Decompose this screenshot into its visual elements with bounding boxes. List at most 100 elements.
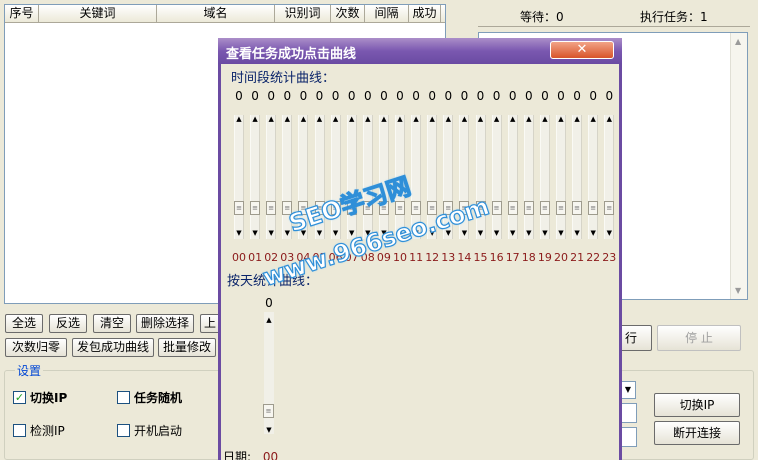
stop-button[interactable]: 停 止 <box>657 325 741 351</box>
delete-selected-button[interactable]: 删除选择 <box>136 314 194 333</box>
slider-thumb-icon[interactable]: ≡ <box>234 201 244 215</box>
hour-slider-track[interactable] <box>378 115 389 239</box>
hour-slider-09[interactable]: 0 ▲ ≡ ▼ 09 <box>377 89 391 267</box>
disconnect-button[interactable]: 断开连接 <box>654 421 740 445</box>
hour-slider-13[interactable]: 0 ▲ ≡ ▼ 13 <box>441 89 455 267</box>
detect-ip-checkbox[interactable]: 检测IP <box>13 422 65 439</box>
slider-thumb-icon[interactable]: ≡ <box>572 201 583 215</box>
clear-button[interactable]: 清空 <box>93 314 131 333</box>
hour-slider-track[interactable] <box>507 115 518 239</box>
col-index[interactable]: 序号 <box>5 5 39 22</box>
close-icon[interactable]: ✕ <box>550 41 614 59</box>
hour-slider-track[interactable] <box>475 115 486 239</box>
dropdown-arrow-icon[interactable]: ▼ <box>620 381 636 399</box>
slider-thumb-icon[interactable]: ≡ <box>588 201 599 215</box>
hour-slider-track[interactable] <box>362 115 373 239</box>
hour-slider-08[interactable]: 0 ▲ ≡ ▼ 08 <box>361 89 375 267</box>
slider-thumb-icon[interactable]: ≡ <box>266 201 277 215</box>
slider-thumb-icon[interactable]: ≡ <box>556 201 566 215</box>
col-success[interactable]: 成功 <box>409 5 441 22</box>
hour-slider-04[interactable]: 0 ▲ ≡ ▼ 04 <box>296 89 310 267</box>
slider-thumb-icon[interactable]: ≡ <box>282 201 293 215</box>
reset-count-button[interactable]: 次数归零 <box>5 338 67 357</box>
move-up-button[interactable]: 上 <box>200 314 220 333</box>
task-random-checkbox[interactable]: 任务随机 <box>117 389 182 406</box>
hour-slider-03[interactable]: 0 ▲ ≡ ▼ 03 <box>280 89 294 267</box>
hour-slider-21[interactable]: 0 ▲ ≡ ▼ 21 <box>570 89 584 267</box>
slider-thumb-icon[interactable]: ≡ <box>427 201 438 215</box>
hour-slider-11[interactable]: 0 ▲ ≡ ▼ 11 <box>409 89 423 267</box>
hour-slider-07[interactable]: 0 ▲ ≡ ▼ 07 <box>345 89 359 267</box>
hour-slider-track[interactable] <box>330 115 341 239</box>
slider-thumb-icon[interactable]: ≡ <box>443 201 454 215</box>
slider-thumb-icon[interactable]: ≡ <box>507 201 518 215</box>
hour-slider-19[interactable]: 0 ▲ ≡ ▼ 19 <box>538 89 552 267</box>
hour-slider-18[interactable]: 0 ▲ ≡ ▼ 18 <box>522 89 536 267</box>
hour-slider-05[interactable]: 0 ▲ ≡ ▼ 05 <box>313 89 327 267</box>
slider-thumb-icon[interactable]: ≡ <box>604 201 615 215</box>
hour-slider-track[interactable] <box>266 115 277 239</box>
slider-thumb-icon[interactable]: ≡ <box>491 201 502 215</box>
col-interval[interactable]: 间隔 <box>365 5 409 22</box>
scroll-down-icon[interactable]: ▼ <box>735 286 741 295</box>
hour-slider-track[interactable] <box>459 115 470 239</box>
hour-slider-22[interactable]: 0 ▲ ≡ ▼ 22 <box>586 89 600 267</box>
hour-slider-track[interactable] <box>523 115 534 239</box>
slider-thumb-icon[interactable]: ≡ <box>523 201 534 215</box>
batch-edit-button[interactable]: 批量修改 <box>158 338 216 357</box>
log-scrollbar[interactable]: ▲ ▼ <box>730 33 747 299</box>
hour-slider-track[interactable] <box>443 115 454 239</box>
hour-slider-track[interactable] <box>604 115 615 239</box>
col-domain[interactable]: 域名 <box>157 5 275 22</box>
hour-slider-20[interactable]: 0 ▲ ≡ ▼ 20 <box>554 89 568 267</box>
text-field[interactable] <box>620 403 637 423</box>
col-identifier[interactable]: 识别词 <box>275 5 331 22</box>
hour-slider-track[interactable] <box>588 115 599 239</box>
scroll-up-icon[interactable]: ▲ <box>735 37 741 46</box>
hour-slider-track[interactable] <box>346 115 357 239</box>
hour-slider-track[interactable] <box>572 115 583 239</box>
slider-thumb-icon[interactable]: ≡ <box>330 201 341 215</box>
hour-slider-06[interactable]: 0 ▲ ≡ ▼ 06 <box>329 89 343 267</box>
hour-slider-17[interactable]: 0 ▲ ≡ ▼ 17 <box>506 89 520 267</box>
hour-slider-track[interactable] <box>314 115 325 239</box>
slider-thumb-icon[interactable]: ≡ <box>395 201 405 215</box>
hour-slider-01[interactable]: 0 ▲ ≡ ▼ 01 <box>248 89 262 267</box>
slider-thumb-icon[interactable]: ≡ <box>411 201 422 215</box>
hour-slider-23[interactable]: 0 ▲ ≡ ▼ 23 <box>602 89 616 267</box>
switch-ip-button[interactable]: 切换IP <box>654 393 740 417</box>
hour-slider-track[interactable] <box>427 115 438 239</box>
slider-thumb-icon[interactable]: ≡ <box>250 201 261 215</box>
hour-slider-track[interactable] <box>298 115 309 239</box>
invert-selection-button[interactable]: 反选 <box>49 314 87 333</box>
hour-slider-15[interactable]: 0 ▲ ≡ ▼ 15 <box>474 89 488 267</box>
slider-thumb-icon[interactable]: ≡ <box>346 201 357 215</box>
slider-thumb-icon[interactable]: ≡ <box>362 201 373 215</box>
hour-slider-track[interactable] <box>491 115 502 239</box>
send-success-curve-button[interactable]: 发包成功曲线 <box>72 338 154 357</box>
col-keyword[interactable]: 关键词 <box>39 5 157 22</box>
hour-slider-10[interactable]: 0 ▲ ≡ ▼ 10 <box>393 89 407 267</box>
switch-ip-checkbox[interactable]: ✓ 切换IP <box>13 389 67 406</box>
hour-slider-14[interactable]: 0 ▲ ≡ ▼ 14 <box>457 89 471 267</box>
hour-slider-track[interactable] <box>234 115 244 239</box>
hour-slider-track[interactable] <box>556 115 566 239</box>
hour-slider-track[interactable] <box>539 115 550 239</box>
hour-slider-12[interactable]: 0 ▲ ≡ ▼ 12 <box>425 89 439 267</box>
slider-thumb-icon[interactable]: ≡ <box>459 201 470 215</box>
slider-thumb-icon[interactable]: ≡ <box>263 404 274 418</box>
dialog-titlebar[interactable]: 查看任务成功点击曲线 ✕ <box>218 38 622 64</box>
autostart-checkbox[interactable]: 开机启动 <box>117 422 182 439</box>
hour-slider-track[interactable] <box>395 115 405 239</box>
text-field[interactable] <box>620 427 637 447</box>
slider-thumb-icon[interactable]: ≡ <box>378 201 389 215</box>
hour-slider-16[interactable]: 0 ▲ ≡ ▼ 16 <box>490 89 504 267</box>
slider-thumb-icon[interactable]: ≡ <box>314 201 325 215</box>
hour-slider-track[interactable] <box>282 115 293 239</box>
hour-slider-02[interactable]: 0 ▲ ≡ ▼ 02 <box>264 89 278 267</box>
slider-thumb-icon[interactable]: ≡ <box>475 201 486 215</box>
col-count[interactable]: 次数 <box>331 5 365 22</box>
hour-slider-track[interactable] <box>250 115 261 239</box>
slider-thumb-icon[interactable]: ≡ <box>539 201 550 215</box>
select-all-button[interactable]: 全选 <box>5 314 43 333</box>
